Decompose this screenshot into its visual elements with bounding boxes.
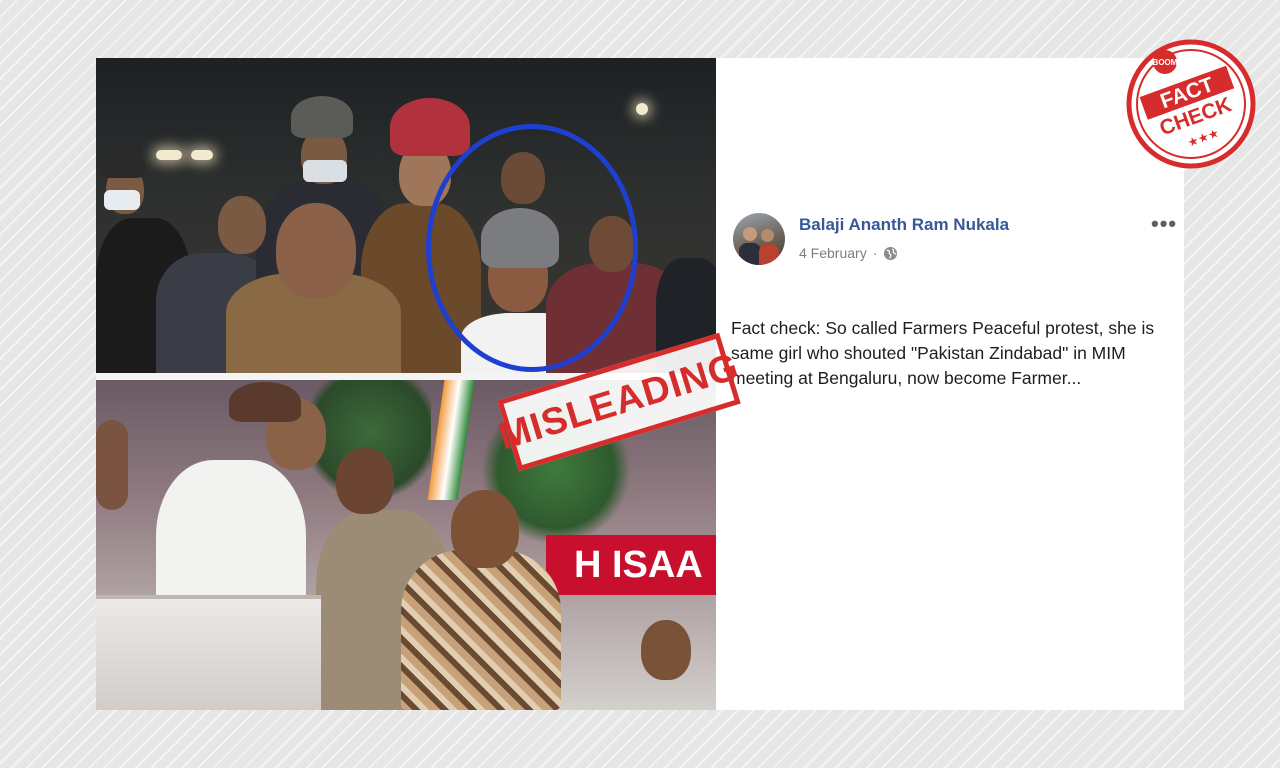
cap: [99, 150, 145, 178]
face: [336, 448, 394, 514]
event-banner: H ISAA: [546, 535, 716, 595]
podium: [96, 595, 321, 710]
face: [218, 196, 266, 254]
post-meta: 4 February ·: [799, 245, 898, 261]
person: [401, 550, 561, 710]
cap: [229, 382, 301, 422]
face: [276, 203, 356, 298]
post-text: Fact check: So called Farmers Peaceful p…: [731, 318, 1155, 388]
post-date[interactable]: 4 February: [799, 245, 867, 261]
protest-photo: [96, 58, 716, 373]
street-light: [191, 150, 213, 160]
face-mask: [104, 190, 140, 210]
turban: [390, 98, 470, 156]
fact-check-badge: FACT CHECK ★★★ BOOM: [1126, 39, 1256, 169]
author-name[interactable]: Balaji Ananth Ram Nukala: [799, 215, 1009, 235]
highlight-circle: [426, 124, 638, 372]
face: [641, 620, 691, 680]
meta-separator: ·: [872, 245, 878, 261]
globe-icon: [884, 246, 898, 260]
face: [451, 490, 519, 568]
street-light: [156, 150, 182, 160]
person: [96, 420, 128, 510]
cap: [291, 96, 353, 138]
badge-brand: BOOM: [1153, 58, 1178, 67]
avatar[interactable]: [733, 213, 785, 265]
flag: [427, 380, 475, 500]
more-options-icon[interactable]: •••: [1151, 213, 1177, 235]
face-mask: [303, 160, 347, 182]
banner-text: H ISAA: [574, 543, 703, 586]
street-light: [636, 103, 648, 115]
